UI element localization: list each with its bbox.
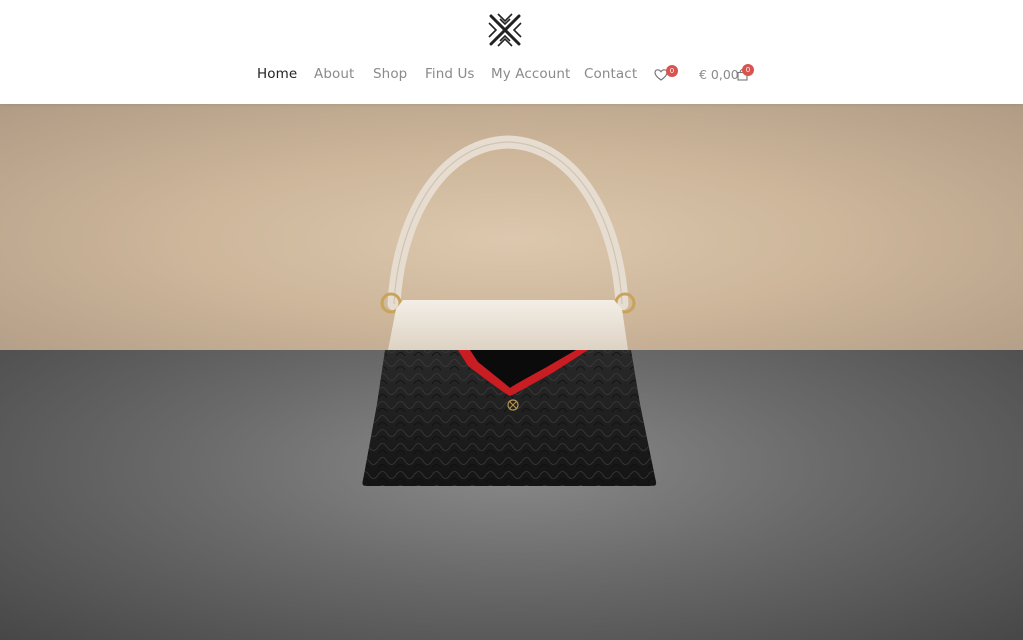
handbag-product-image[interactable] xyxy=(0,104,1023,640)
main-nav: Home About Shop Find Us My Account Conta… xyxy=(0,64,1023,86)
lattice-x-logo-icon[interactable] xyxy=(486,11,524,49)
nav-item-find-us[interactable]: Find Us xyxy=(425,66,475,82)
cart-count-badge: 0 xyxy=(742,64,754,76)
nav-item-my-account[interactable]: My Account xyxy=(491,66,570,82)
nav-item-contact[interactable]: Contact xyxy=(584,66,637,82)
wishlist-count-badge: 0 xyxy=(666,65,678,77)
nav-item-home[interactable]: Home xyxy=(257,66,297,82)
site-header: Home About Shop Find Us My Account Conta… xyxy=(0,0,1023,104)
hero-banner xyxy=(0,104,1023,640)
nav-item-shop[interactable]: Shop xyxy=(373,66,407,82)
nav-item-about[interactable]: About xyxy=(314,66,354,82)
cart-total[interactable]: € 0,00 xyxy=(699,67,739,82)
